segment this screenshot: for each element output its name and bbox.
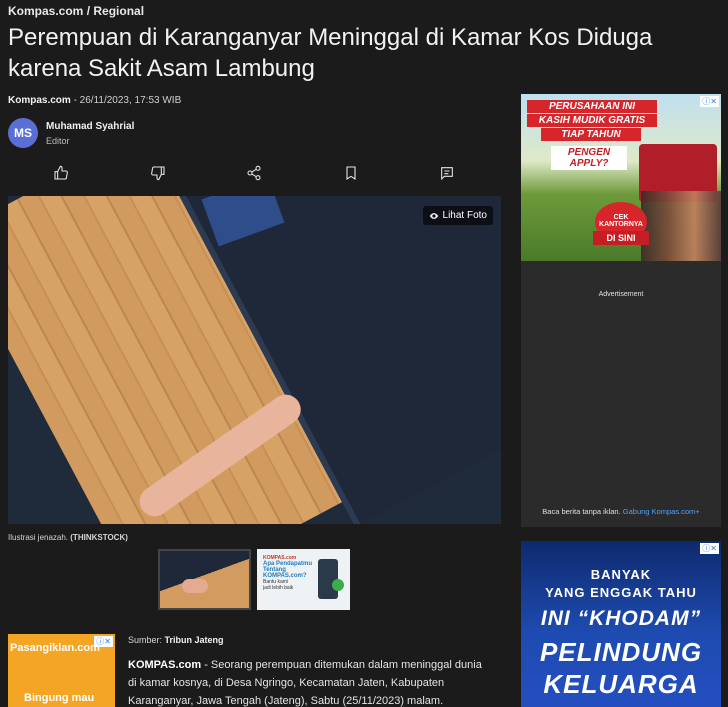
lead-bold: KOMPAS.com xyxy=(128,659,202,671)
action-bar xyxy=(14,160,494,186)
article-lead: KOMPAS.com - Seorang perempuan ditemukan… xyxy=(128,656,488,707)
image-thumbnails: KOMPAS.com Apa Pendapatmu Tentang KOMPAS… xyxy=(158,549,350,610)
breadcrumb: Kompas.com / Regional xyxy=(8,4,144,18)
ad-close-icon[interactable]: ⓘ✕ xyxy=(94,636,113,647)
breadcrumb-sep: / xyxy=(83,4,94,18)
left-ad-brand: Pasangiklan.com xyxy=(10,642,100,654)
breadcrumb-section[interactable]: Regional xyxy=(93,4,144,18)
hero-image[interactable]: Lihat Foto xyxy=(8,196,501,524)
ad1-line3: TIAP TAHUN xyxy=(541,128,641,141)
advertisement-label: Advertisement xyxy=(598,291,644,298)
ad1-line2: KASIH MUDIK GRATIS xyxy=(527,114,657,127)
ad2-line5: KELUARGA xyxy=(543,669,699,699)
people-image xyxy=(641,191,721,261)
comment-icon xyxy=(441,167,453,181)
ad-close-icon[interactable]: ⓘ✕ xyxy=(700,96,719,107)
thumbnail-hand xyxy=(182,579,208,593)
source-name[interactable]: Tribun Jateng xyxy=(165,635,224,645)
thumbs-down-icon xyxy=(150,166,165,181)
ad2-line3: INI “KHODAM” xyxy=(540,607,702,630)
join-kompas-plus-link[interactable]: Gabung Kompas.com+ xyxy=(623,507,700,516)
thumbnail-survey-ad[interactable]: KOMPAS.com Apa Pendapatmu Tentang KOMPAS… xyxy=(257,549,350,610)
author-info: Muhamad Syahrial Editor xyxy=(46,121,134,146)
ad2-line1: BANYAK xyxy=(590,567,652,582)
comment-button[interactable] xyxy=(434,160,460,186)
bookmark-button[interactable] xyxy=(338,160,364,186)
article-meta: Kompas.com - 26/11/2023, 17:53 WIB xyxy=(8,95,181,106)
thumbnail-photo[interactable] xyxy=(158,549,251,610)
caption-credit: (THINKSTOCK) xyxy=(70,533,128,542)
sidebar-ad-khodam[interactable]: BANYAK YANG ENGGAK TAHU INI “KHODAM” PEL… xyxy=(521,541,721,707)
image-caption: Ilustrasi jenazah. (THINKSTOCK) xyxy=(8,533,128,542)
no-ads-text: Baca berita tanpa iklan. xyxy=(542,507,623,516)
share-button[interactable] xyxy=(241,160,267,186)
ad1-line1: PERUSAHAAN INI xyxy=(527,100,657,113)
left-ad-text: Bingung mau xyxy=(24,692,95,704)
dislike-button[interactable] xyxy=(145,160,171,186)
lihat-foto-label: Lihat Foto xyxy=(442,210,487,221)
ad2-line4: PELINDUNG xyxy=(539,637,703,667)
breadcrumb-home[interactable]: Kompas.com xyxy=(8,4,83,18)
caption-text: Ilustrasi jenazah. xyxy=(8,533,69,542)
author-role: Editor xyxy=(46,135,70,146)
ad-close-icon[interactable]: ⓘ✕ xyxy=(700,543,719,554)
like-button[interactable] xyxy=(48,160,74,186)
publisher-name: Kompas.com xyxy=(8,95,71,106)
check-badge-icon xyxy=(332,579,344,591)
sidebar-ad-mudik[interactable]: PERUSAHAAN INI KASIH MUDIK GRATIS TIAP T… xyxy=(521,94,721,261)
avatar[interactable]: MS xyxy=(8,118,38,148)
author-block[interactable]: MS Muhamad Syahrial Editor xyxy=(8,118,134,148)
sidebar-ad-slot: Advertisement Baca berita tanpa iklan. G… xyxy=(521,261,721,527)
eye-icon xyxy=(429,212,438,219)
lihat-foto-button[interactable]: Lihat Foto xyxy=(422,206,493,225)
thumbs-up-icon xyxy=(54,165,68,180)
publish-datetime: - 26/11/2023, 17:53 WIB xyxy=(70,95,182,106)
no-ads-promo: Baca berita tanpa iklan. Gabung Kompas.c… xyxy=(521,507,721,516)
ad2-line2: YANG ENGGAK TAHU xyxy=(545,585,697,600)
ad1-line4: PENGEN APPLY? xyxy=(551,146,627,170)
source-line: Sumber: Tribun Jateng xyxy=(128,635,224,645)
source-label: Sumber: xyxy=(128,635,165,645)
ad1-disini-button[interactable]: DI SINI xyxy=(593,231,649,245)
share-icon xyxy=(247,165,261,181)
article-title: Perempuan di Karanganyar Meninggal di Ka… xyxy=(8,24,653,82)
left-ad[interactable]: Pasangiklan.com Bingung mau ⓘ✕ xyxy=(8,634,115,707)
author-name[interactable]: Muhamad Syahrial xyxy=(46,121,134,132)
bookmark-icon xyxy=(345,166,356,180)
